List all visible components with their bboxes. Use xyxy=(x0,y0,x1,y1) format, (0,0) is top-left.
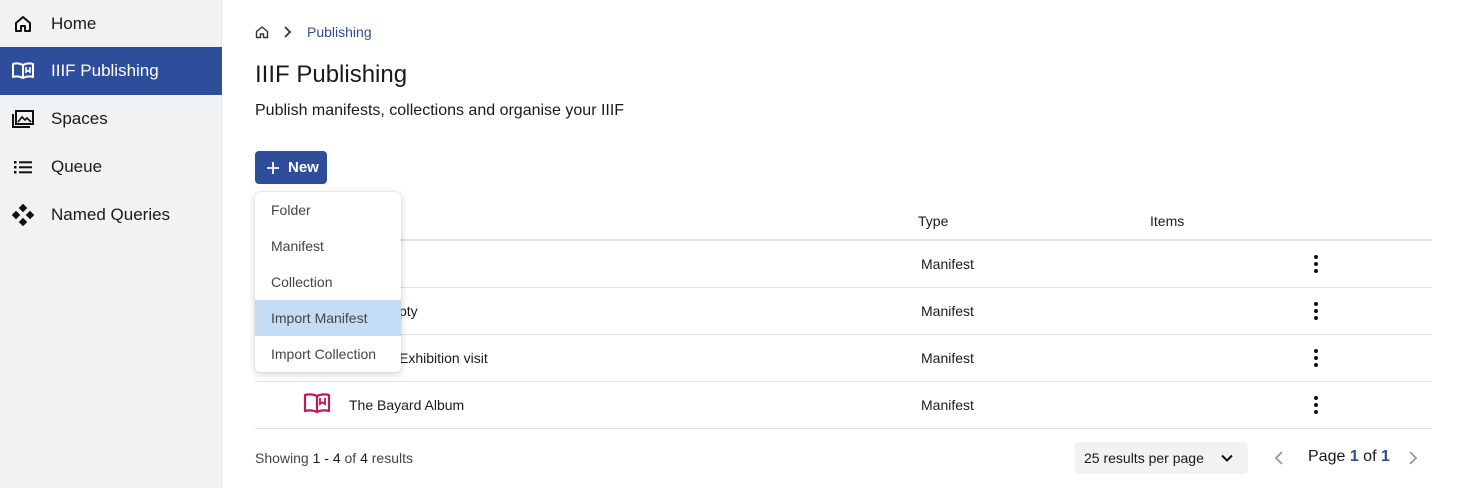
sidebar-item-label: IIIF Publishing xyxy=(51,61,159,80)
images-icon xyxy=(11,107,35,131)
table-row[interactable]: Exhibition visit Manifest xyxy=(255,335,1432,382)
table-header: Type Items xyxy=(255,205,1432,241)
sidebar-item-queue[interactable]: Queue xyxy=(0,143,222,191)
row-type: Manifest xyxy=(921,303,974,319)
row-title[interactable]: Exhibition visit xyxy=(399,350,488,366)
page-of: of xyxy=(1358,448,1381,465)
main-content: Publishing IIIF Publishing Publish manif… xyxy=(223,0,1466,488)
menu-item-collection[interactable]: Collection xyxy=(255,264,401,300)
sidebar-item-spaces[interactable]: Spaces xyxy=(0,95,222,143)
next-page-icon[interactable] xyxy=(1408,450,1422,466)
menu-item-folder[interactable]: Folder xyxy=(255,192,401,228)
app-window: Home IIIF Publishing Spaces Queue Named … xyxy=(0,0,1466,488)
sidebar-item-label: Spaces xyxy=(51,109,108,128)
results-range: 1 - 4 xyxy=(312,450,341,466)
column-header-type[interactable]: Type xyxy=(918,213,948,229)
results-of: of xyxy=(340,450,361,466)
sidebar-item-label: Named Queries xyxy=(51,205,171,224)
home-icon xyxy=(11,12,35,36)
manifest-book-icon xyxy=(303,392,331,416)
new-button[interactable]: New xyxy=(255,151,327,184)
more-options-icon[interactable] xyxy=(1309,394,1323,416)
sidebar-item-label: Home xyxy=(51,14,97,33)
sidebar-item-label: Queue xyxy=(51,157,103,176)
sidebar-item-iiif-publishing[interactable]: IIIF Publishing xyxy=(0,47,222,95)
current-page: 1 xyxy=(1349,448,1359,465)
per-page-value: 25 results per page xyxy=(1084,450,1204,466)
new-button-label: New xyxy=(288,159,319,176)
results-per-page-select[interactable]: 25 results per page xyxy=(1075,442,1248,474)
open-book-icon xyxy=(11,59,35,83)
sidebar-item-named-queries[interactable]: Named Queries xyxy=(0,191,222,239)
table-row[interactable]: pty Manifest xyxy=(255,288,1432,335)
row-type: Manifest xyxy=(921,397,974,413)
row-type: Manifest xyxy=(921,256,974,272)
new-dropdown-menu: Folder Manifest Collection Import Manife… xyxy=(255,192,401,372)
results-total: 4 xyxy=(360,450,368,466)
plus-icon xyxy=(266,161,280,175)
more-options-icon[interactable] xyxy=(1309,300,1323,322)
results-summary: Showing 1 - 4 of 4 results xyxy=(255,450,413,466)
page-prefix: Page xyxy=(1308,448,1350,465)
diamond-nodes-icon xyxy=(11,203,35,227)
page-indicator: Page 1 of 1 xyxy=(1308,448,1390,466)
chevron-down-icon xyxy=(1220,451,1234,465)
items-table: Type Items Manifest pty Manifest Exhibit… xyxy=(255,205,1432,429)
list-icon xyxy=(11,155,35,179)
previous-page-icon[interactable] xyxy=(1274,450,1288,466)
column-header-items[interactable]: Items xyxy=(1150,213,1184,229)
breadcrumb-home-icon[interactable] xyxy=(255,24,271,40)
chevron-right-icon xyxy=(283,25,297,39)
more-options-icon[interactable] xyxy=(1309,347,1323,369)
menu-item-import-manifest[interactable]: Import Manifest xyxy=(255,300,401,336)
more-options-icon[interactable] xyxy=(1309,253,1323,275)
sidebar-item-home[interactable]: Home xyxy=(0,0,222,48)
results-summary-prefix: Showing xyxy=(255,450,313,466)
results-suffix: results xyxy=(367,450,413,466)
total-pages: 1 xyxy=(1380,448,1390,465)
breadcrumb-current[interactable]: Publishing xyxy=(307,24,372,40)
page-subtitle: Publish manifests, collections and organ… xyxy=(255,102,625,119)
row-type: Manifest xyxy=(921,350,974,366)
menu-item-import-collection[interactable]: Import Collection xyxy=(255,336,401,372)
row-title[interactable]: pty xyxy=(399,303,418,319)
table-row[interactable]: Manifest xyxy=(255,241,1432,288)
page-title: IIIF Publishing xyxy=(255,61,408,88)
row-title[interactable]: The Bayard Album xyxy=(349,397,464,413)
breadcrumb: Publishing xyxy=(255,22,372,42)
table-row[interactable]: The Bayard Album Manifest xyxy=(255,382,1432,429)
sidebar: Home IIIF Publishing Spaces Queue Named … xyxy=(0,0,222,488)
menu-item-manifest[interactable]: Manifest xyxy=(255,228,401,264)
